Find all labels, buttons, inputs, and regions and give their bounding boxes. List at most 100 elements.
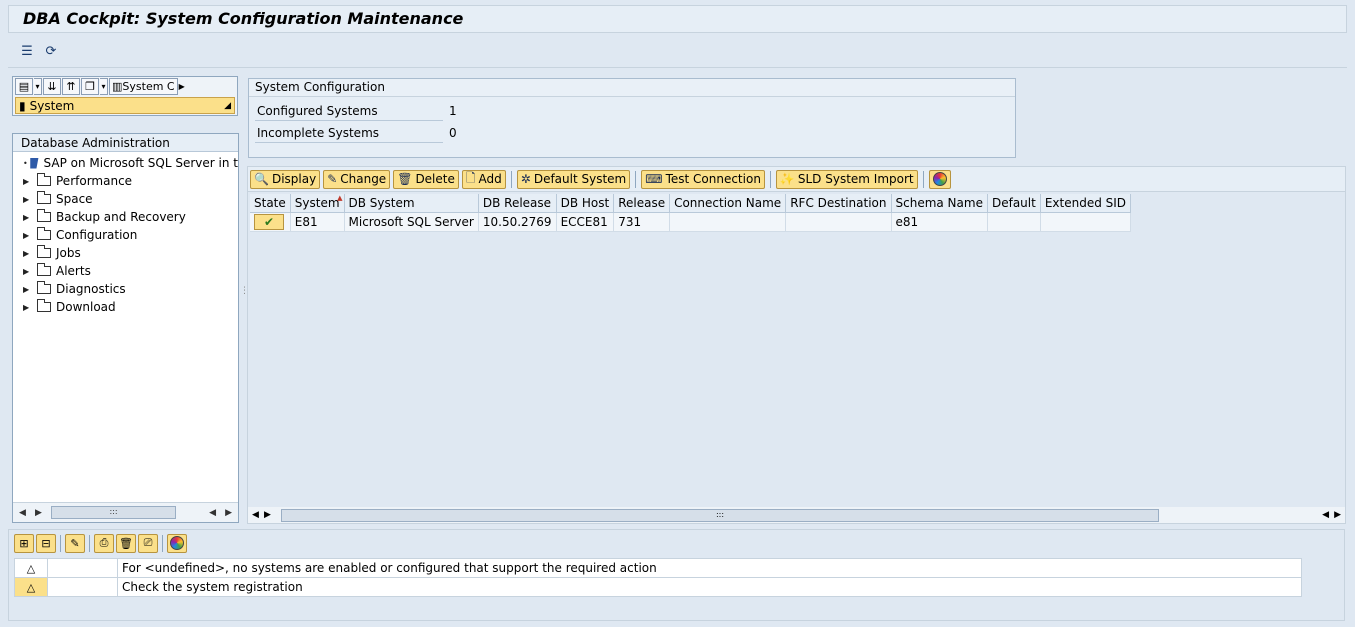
- chevron-down-icon[interactable]: ◢: [224, 101, 231, 111]
- systems-table: State System ▲ DB System DB Release DB Ho…: [250, 194, 1132, 232]
- scrollbar-thumb[interactable]: :::: [281, 508, 1159, 522]
- scroll-left-icon[interactable]: ◀: [19, 508, 26, 518]
- favorites-dropdown[interactable]: ▾: [100, 78, 108, 95]
- refresh-icon[interactable]: ⟳: [42, 44, 60, 60]
- toolbar-separator: [89, 534, 90, 552]
- toolbar-separator: [922, 170, 924, 188]
- system-config-icon: ▥: [112, 80, 123, 93]
- message-row[interactable]: △ For <undefined>, no systems are enable…: [14, 558, 1302, 578]
- sort-ascending-icon: ▲: [337, 194, 343, 202]
- column-header-connection-name[interactable]: Connection Name: [669, 194, 787, 213]
- message-text: For <undefined>, no systems are enabled …: [117, 558, 1302, 578]
- sld-system-import-button[interactable]: ✨ SLD System Import: [775, 169, 918, 189]
- expand-arrow-icon[interactable]: ▶: [23, 177, 37, 186]
- column-header-extended-sid[interactable]: Extended SID: [1040, 194, 1132, 213]
- delete-button[interactable]: 🗑 Delete: [393, 169, 459, 189]
- message-row[interactable]: △ Check the system registration: [14, 577, 1302, 597]
- details-icon[interactable]: ✎: [65, 533, 85, 553]
- expand-arrow-icon[interactable]: ▶: [23, 231, 37, 240]
- tree-item-diagnostics[interactable]: ▶ Diagnostics: [13, 280, 238, 298]
- system-configuration-box: System Configuration Configured Systems …: [248, 78, 1016, 158]
- warning-icon: △: [14, 577, 48, 597]
- color-legend-icon[interactable]: [167, 533, 187, 553]
- scroll-right-icon[interactable]: ▶: [264, 510, 271, 520]
- incomplete-systems-row: Incomplete Systems 0: [255, 123, 457, 143]
- column-header-db-release[interactable]: DB Release: [478, 194, 557, 213]
- add-button[interactable]: 🗋 Add: [461, 169, 506, 189]
- systems-grid-area: 🔍 Display ✎ Change 🗑 Delete 🗋 Add ✲ Default S…: [247, 166, 1346, 524]
- display-button[interactable]: 🔍 Display: [250, 169, 321, 189]
- expand-arrow-icon[interactable]: ▶: [23, 195, 37, 204]
- sap-system-icon: [30, 157, 39, 169]
- collapse-folder-icon[interactable]: ⊟: [36, 533, 56, 553]
- navigation-tree: • SAP on Microsoft SQL Server in t ▶ Perfo…: [13, 154, 238, 316]
- test-connection-button[interactable]: ⌨ Test Connection: [641, 169, 765, 189]
- expand-folder-icon[interactable]: ⊞: [14, 533, 34, 553]
- column-header-db-host[interactable]: DB Host: [556, 194, 615, 213]
- system-config-button[interactable]: ▥ System C: [109, 78, 178, 95]
- tree-item-jobs[interactable]: ▶ Jobs: [13, 244, 238, 262]
- column-header-system[interactable]: System ▲: [290, 194, 345, 213]
- magic-wand-icon: ✨: [779, 172, 795, 186]
- cell-connection-name: [669, 212, 787, 232]
- scroll-right-icon[interactable]: ▶: [1334, 510, 1341, 520]
- layout-dropdown[interactable]: ▾: [34, 78, 42, 95]
- tree-item-performance[interactable]: ▶ Performance: [13, 172, 238, 190]
- tree-item-configuration[interactable]: ▶ Configuration: [13, 226, 238, 244]
- tree-item-space[interactable]: ▶ Space: [13, 190, 238, 208]
- print-icon[interactable]: ⎚: [138, 533, 158, 553]
- layout-icon[interactable]: ▤: [15, 78, 33, 95]
- folder-icon: [37, 173, 51, 186]
- scroll-left-icon[interactable]: ◀: [1322, 510, 1329, 520]
- tree-item-system[interactable]: • SAP on Microsoft SQL Server in t: [13, 154, 238, 172]
- expand-arrow-icon[interactable]: ▶: [23, 303, 37, 312]
- expand-arrow-icon[interactable]: ▶: [23, 285, 37, 294]
- cell-state[interactable]: ✔: [250, 212, 291, 232]
- expand-arrow-icon[interactable]: ▶: [23, 213, 37, 222]
- tree-horizontal-scrollbar[interactable]: ◀ ▶ ::: ◀ ▶: [13, 502, 238, 522]
- menu-list-icon[interactable]: ☰: [18, 44, 36, 60]
- expand-all-icon[interactable]: ⇊: [43, 78, 61, 95]
- toolbar-separator: [162, 534, 163, 552]
- cell-schema-name: e81: [891, 212, 988, 232]
- grid-toolbar: 🔍 Display ✎ Change 🗑 Delete 🗋 Add ✲ Default S…: [248, 167, 1345, 192]
- tree-item-alerts[interactable]: ▶ Alerts: [13, 262, 238, 280]
- tree-item-download[interactable]: ▶ Download: [13, 298, 238, 316]
- more-arrow-icon[interactable]: ▶: [179, 82, 185, 91]
- default-system-button[interactable]: ✲ Default System: [516, 169, 631, 189]
- column-header-release[interactable]: Release: [613, 194, 671, 213]
- column-header-state[interactable]: State: [250, 194, 291, 213]
- folder-icon: [37, 191, 51, 204]
- expand-arrow-icon[interactable]: ▶: [23, 249, 37, 258]
- column-header-schema-name[interactable]: Schema Name: [891, 194, 988, 213]
- folder-icon: [37, 227, 51, 240]
- scroll-right-icon[interactable]: ▶: [35, 508, 42, 518]
- color-legend-button[interactable]: [928, 169, 951, 189]
- favorites-icon[interactable]: ❐: [81, 78, 99, 95]
- trash-icon: 🗑: [397, 172, 413, 186]
- scroll-left-icon[interactable]: ◀: [252, 510, 259, 520]
- table-row[interactable]: ✔ E81 Microsoft SQL Server 10.50.2769 EC…: [250, 212, 1132, 232]
- column-header-default[interactable]: Default: [987, 194, 1041, 213]
- scrollbar-thumb[interactable]: :::: [51, 506, 176, 519]
- system-selector[interactable]: ▮ System ◢: [15, 97, 235, 114]
- checkmark-icon[interactable]: ✔: [254, 213, 284, 230]
- window-title: DBA Cockpit: System Configuration Mainte…: [8, 5, 1347, 33]
- warning-icon: △: [14, 558, 48, 578]
- toolbar-separator: [60, 534, 61, 552]
- system-configuration-header: System Configuration: [249, 79, 1015, 97]
- connection-icon: ⌨: [645, 172, 663, 186]
- new-document-icon: 🗋: [465, 170, 476, 185]
- grid-horizontal-scrollbar[interactable]: ◀ ▶ ::: ◀ ▶: [248, 507, 1345, 523]
- column-header-rfc-destination[interactable]: RFC Destination: [785, 194, 892, 213]
- cell-default: [987, 212, 1041, 232]
- scroll-right-icon[interactable]: ▶: [225, 508, 232, 518]
- delete-log-icon[interactable]: 🗑: [116, 533, 136, 553]
- column-header-db-system[interactable]: DB System: [344, 194, 479, 213]
- expand-arrow-icon[interactable]: ▶: [23, 267, 37, 276]
- collapse-all-icon[interactable]: ⇈: [62, 78, 80, 95]
- tree-item-backup-recovery[interactable]: ▶ Backup and Recovery: [13, 208, 238, 226]
- scroll-left-icon[interactable]: ◀: [209, 508, 216, 518]
- save-log-icon[interactable]: ⎙: [94, 533, 114, 553]
- change-button[interactable]: ✎ Change: [323, 169, 391, 189]
